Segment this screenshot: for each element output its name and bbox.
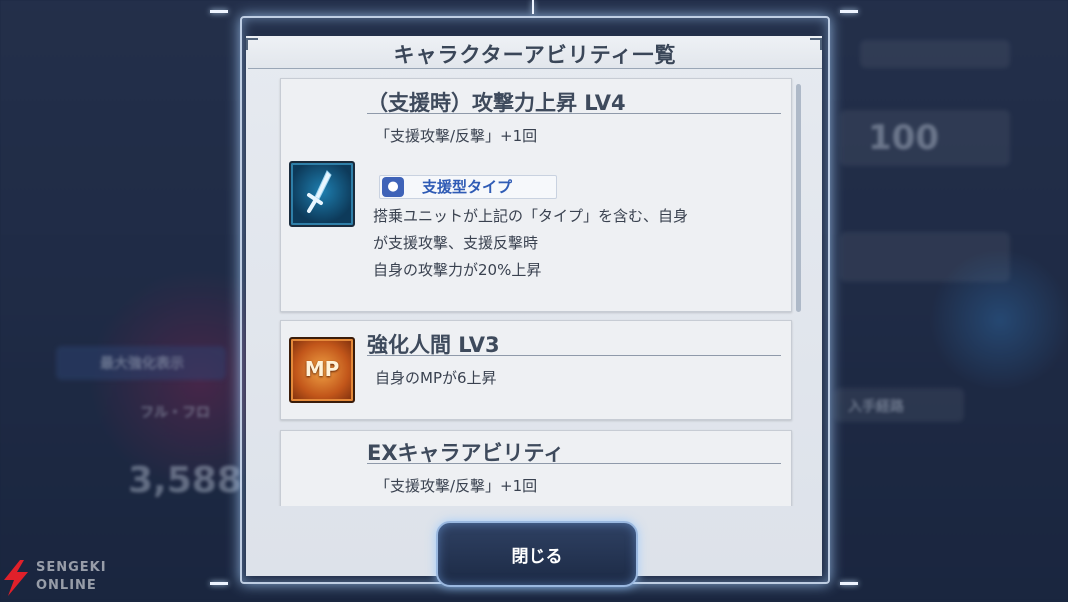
close-button-label: 閉じる <box>511 547 563 567</box>
support-type-icon: ● <box>382 177 404 197</box>
ability-card: EXキャラアビリティ 「支援攻撃/反撃」+1回 <box>280 430 792 506</box>
watermark-line2: ONLINE <box>36 578 97 593</box>
ability-card: （支援時）攻撃力上昇 LV4 「支援攻撃/反撃」+1回 ● 支援型タイプ 搭乗ユ… <box>280 78 792 312</box>
type-tag: ● 支援型タイプ <box>379 175 557 199</box>
close-button[interactable]: 閉じる <box>436 521 638 587</box>
title-divider <box>367 113 781 114</box>
sword-icon-graphic <box>307 170 332 213</box>
dialog-title-bar: キャラクターアビリティ一覧 <box>248 36 822 69</box>
ability-effect: 「支援攻撃/反撃」+1回 <box>375 477 538 495</box>
ability-desc-line: 搭乗ユニットが上記の「タイプ」を含む、自身 <box>373 207 689 225</box>
frame-tick-left-bottom <box>210 582 228 585</box>
frame-tick-right-bottom <box>840 582 858 585</box>
title-divider <box>367 355 781 356</box>
list-scrollbar[interactable] <box>796 84 801 312</box>
frame-tick-top-center <box>532 0 534 14</box>
dengeki-watermark: SENGEKI ONLINE <box>0 558 130 598</box>
ability-effect: 自身のMPが6上昇 <box>375 369 497 387</box>
lightning-logo-icon <box>4 560 28 596</box>
mp-icon-label: MP <box>304 357 340 381</box>
ability-desc-line: 自身の攻撃力が20%上昇 <box>373 261 542 279</box>
ability-card: MP 強化人間 LV3 自身のMPが6上昇 <box>280 320 792 420</box>
frame-tick-left-top <box>210 10 228 13</box>
sword-icon <box>289 161 355 227</box>
watermark-line1: SENGEKI <box>36 560 107 575</box>
frame-tick-right-top <box>840 10 858 13</box>
type-tag-label: 支援型タイプ <box>422 178 513 196</box>
ability-desc-line: が支援攻撃、支援反撃時 <box>373 234 539 252</box>
mp-icon: MP <box>289 337 355 403</box>
dialog-title: キャラクターアビリティ一覧 <box>393 43 677 67</box>
corner-bracket-tl <box>246 38 258 50</box>
ability-effect: 「支援攻撃/反撃」+1回 <box>375 127 538 145</box>
ability-list[interactable]: （支援時）攻撃力上昇 LV4 「支援攻撃/反撃」+1回 ● 支援型タイプ 搭乗ユ… <box>272 76 802 506</box>
title-divider <box>367 463 781 464</box>
corner-bracket-tr <box>810 38 822 50</box>
